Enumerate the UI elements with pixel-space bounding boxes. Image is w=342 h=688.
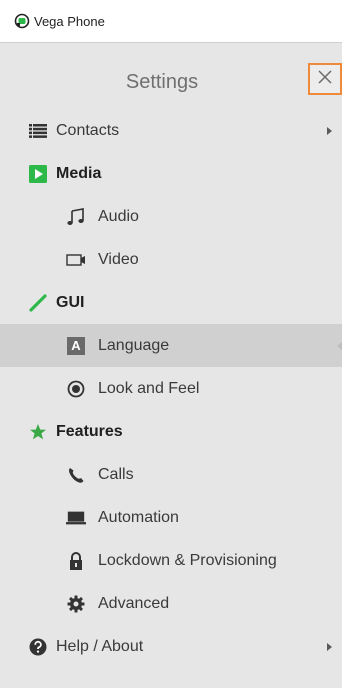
gear-icon — [66, 594, 86, 614]
nav-item-language[interactable]: A Language — [0, 324, 342, 367]
list-icon — [28, 121, 48, 141]
lock-icon — [66, 551, 86, 571]
nav-label-advanced: Advanced — [98, 594, 170, 612]
radio-target-icon — [66, 379, 86, 399]
pencil-icon — [28, 293, 48, 313]
nav-label-calls: Calls — [98, 465, 134, 483]
nav-label-features: Features — [56, 422, 123, 440]
close-icon — [317, 69, 333, 90]
chevron-right-icon — [327, 126, 332, 135]
nav-item-automation[interactable]: Automation — [0, 496, 342, 539]
nav-item-look-and-feel[interactable]: Look and Feel — [0, 367, 342, 410]
phone-icon — [66, 465, 86, 485]
nav-label-gui: GUI — [56, 293, 85, 311]
nav-label-help: Help / About — [56, 637, 144, 655]
laptop-icon — [66, 508, 86, 528]
nav-item-contacts[interactable]: Contacts — [0, 109, 342, 152]
nav-label-contacts: Contacts — [56, 121, 120, 139]
nav-item-lockdown[interactable]: Lockdown & Provisioning — [0, 539, 342, 582]
nav-label-video: Video — [98, 250, 139, 268]
nav-label-automation: Automation — [98, 508, 179, 526]
close-button[interactable] — [308, 63, 342, 95]
language-glyph: A — [67, 336, 85, 355]
nav-item-audio[interactable]: Audio — [0, 195, 342, 238]
chevron-right-icon — [327, 642, 332, 651]
video-camera-icon — [66, 250, 86, 270]
question-icon — [28, 637, 48, 657]
nav-section-media[interactable]: Media — [0, 152, 342, 195]
nav-label-language: Language — [98, 336, 170, 354]
nav-item-help[interactable]: Help / About — [0, 625, 342, 668]
letter-a-icon: A — [66, 336, 86, 356]
nav-section-gui[interactable]: GUI — [0, 281, 342, 324]
app-logo-icon — [14, 13, 30, 29]
settings-nav: Contacts Media Audio Video GUI A Languag… — [0, 109, 342, 668]
chevron-left-icon — [337, 341, 342, 350]
page-title: Settings — [125, 71, 199, 93]
play-icon — [28, 164, 48, 184]
nav-item-calls[interactable]: Calls — [0, 453, 342, 496]
nav-item-video[interactable]: Video — [0, 238, 342, 281]
nav-label-look-and-feel: Look and Feel — [98, 379, 200, 397]
nav-section-features[interactable]: Features — [0, 410, 342, 453]
star-icon — [28, 422, 48, 442]
nav-label-lockdown: Lockdown & Provisioning — [98, 551, 277, 569]
music-note-icon — [66, 207, 86, 227]
nav-item-advanced[interactable]: Advanced — [0, 582, 342, 625]
nav-label-audio: Audio — [98, 207, 139, 225]
title-bar: Vega Phone — [0, 0, 342, 43]
app-title: Vega Phone — [34, 13, 105, 29]
nav-label-media: Media — [56, 164, 102, 182]
